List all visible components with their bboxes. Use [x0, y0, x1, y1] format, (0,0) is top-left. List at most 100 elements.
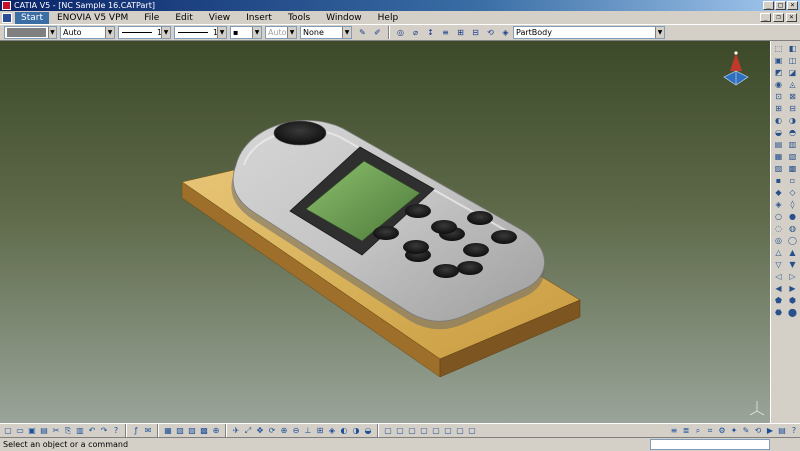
remove-icon[interactable]: ◌ [772, 223, 785, 234]
chevron-down-icon[interactable]: ▼ [217, 27, 226, 38]
iso-view-icon[interactable]: ◈ [326, 425, 338, 437]
thread-analysis-icon[interactable]: ⬢ [786, 295, 799, 306]
keypad-hole[interactable] [405, 204, 431, 218]
chevron-down-icon[interactable]: ▼ [252, 27, 261, 38]
paint-icon[interactable]: ✎ [740, 425, 752, 437]
parameter-icon[interactable]: ▩ [198, 425, 210, 437]
remove-lump-icon[interactable]: ◯ [786, 235, 799, 246]
hole-icon[interactable]: ◉ [772, 79, 785, 90]
shell-icon[interactable]: ◓ [786, 127, 799, 138]
keypad-hole[interactable] [463, 243, 489, 257]
rendering-style-combo[interactable]: Auto ▼ [265, 26, 297, 39]
draft-analysis-icon[interactable]: ▶ [786, 283, 799, 294]
draft-icon[interactable]: ◒ [772, 127, 785, 138]
redo-icon[interactable]: ↷ [98, 425, 110, 437]
named-views-icon[interactable]: ▢ [466, 425, 478, 437]
chevron-down-icon[interactable]: ▼ [342, 27, 351, 38]
thread-icon[interactable]: ▥ [786, 139, 799, 150]
help-icon[interactable]: ? [788, 425, 800, 437]
sketch-icon[interactable]: ◎ [394, 26, 407, 39]
menu-insert[interactable]: Insert [238, 12, 280, 24]
query-icon[interactable]: ⌗ [704, 425, 716, 437]
front-view-icon[interactable]: ▢ [382, 425, 394, 437]
line-icon[interactable]: ▼ [786, 259, 799, 270]
bottom-view-icon[interactable]: ▢ [442, 425, 454, 437]
stiffener-icon[interactable]: ⊠ [786, 91, 799, 102]
transparency-combo[interactable]: Auto ▼ [60, 26, 115, 39]
close-button[interactable]: × [787, 1, 798, 10]
intersect-icon[interactable]: ◍ [786, 223, 799, 234]
keypad-hole[interactable] [431, 220, 457, 234]
line-thickness-combo[interactable]: 1 ▼ [118, 26, 171, 39]
whats-this-icon[interactable]: ? [110, 425, 122, 437]
save-icon[interactable]: ▣ [26, 425, 38, 437]
line-type-combo[interactable]: 1 ▼ [174, 26, 227, 39]
paste-icon[interactable]: ▥ [74, 425, 86, 437]
split-icon[interactable]: ◆ [772, 187, 785, 198]
tree-collapse-icon[interactable]: ≣ [680, 425, 692, 437]
analysis-icon[interactable]: ◀ [772, 283, 785, 294]
measure-between-icon[interactable]: ≡ [439, 26, 452, 39]
keypad-hole[interactable] [433, 264, 459, 278]
remove-loft-icon[interactable]: ⊟ [786, 103, 799, 114]
search-icon[interactable]: ⌕ [692, 425, 704, 437]
table-icon[interactable]: ▨ [186, 425, 198, 437]
sew-surface-icon[interactable]: ◊ [786, 199, 799, 210]
axis-system-icon[interactable]: ▷ [786, 271, 799, 282]
pattern-icon[interactable]: ▪ [772, 175, 785, 186]
fly-mode-icon[interactable]: ✈ [230, 425, 242, 437]
measure-icon[interactable]: ↕ [424, 26, 437, 39]
doc-close-button[interactable]: × [786, 13, 797, 22]
tree-expand-icon[interactable]: ≡ [668, 425, 680, 437]
pad-icon[interactable]: ▣ [772, 55, 785, 66]
cut-icon[interactable]: ✂ [50, 425, 62, 437]
color-combo[interactable]: ▼ [4, 26, 57, 39]
menu-start[interactable]: Start [15, 11, 49, 24]
zoom-in-icon[interactable]: ⊕ [278, 425, 290, 437]
chevron-down-icon[interactable]: ▼ [105, 27, 114, 38]
pan-icon[interactable]: ✥ [254, 425, 266, 437]
chevron-down-icon[interactable]: ▼ [655, 27, 664, 38]
thick-surface-icon[interactable]: ◇ [786, 187, 799, 198]
curvature-analysis-icon[interactable]: ⬟ [772, 295, 785, 306]
maximize-button[interactable]: □ [775, 1, 786, 10]
layer-combo[interactable]: None ▼ [300, 26, 352, 39]
apply-material-icon[interactable]: ⬣ [772, 307, 785, 318]
macro-icon[interactable]: ▶ [764, 425, 776, 437]
loft-icon[interactable]: ⊞ [772, 103, 785, 114]
left-view-icon[interactable]: ▢ [406, 425, 418, 437]
thickness-icon[interactable]: ▤ [772, 139, 785, 150]
publish-icon[interactable]: ⬤ [786, 307, 799, 318]
speaker-hole[interactable] [273, 120, 327, 146]
translate-icon[interactable]: ▦ [772, 151, 785, 162]
rib-icon[interactable]: ◬ [786, 79, 799, 90]
formula-icon[interactable]: ƒ [130, 425, 142, 437]
shading-icon[interactable]: ◐ [338, 425, 350, 437]
back-view-icon[interactable]: ▢ [394, 425, 406, 437]
scaling-icon[interactable]: ▫ [786, 175, 799, 186]
slot-icon[interactable]: ⊡ [772, 91, 785, 102]
change-body-icon[interactable]: ⟲ [484, 26, 497, 39]
hide-show-icon[interactable]: ◑ [350, 425, 362, 437]
menu-window[interactable]: Window [318, 12, 370, 24]
doc-restore-button[interactable]: ❐ [773, 13, 784, 22]
multi-view-icon[interactable]: ⊞ [314, 425, 326, 437]
measure-inertia-icon[interactable]: ⊟ [469, 26, 482, 39]
keypad-hole[interactable] [373, 226, 399, 240]
swap-visible-icon[interactable]: ◒ [362, 425, 374, 437]
menu-file[interactable]: File [136, 12, 167, 24]
symmetry-icon[interactable]: ▨ [772, 163, 785, 174]
undo-icon[interactable]: ↶ [86, 425, 98, 437]
chamfer-icon[interactable]: ◑ [786, 115, 799, 126]
top-view-icon[interactable]: ▢ [430, 425, 442, 437]
isometric-view-icon[interactable]: ▢ [454, 425, 466, 437]
chevron-down-icon[interactable]: ▼ [287, 27, 296, 38]
workbench-icon[interactable]: ◧ [786, 43, 799, 54]
fit-all-icon[interactable]: ⤢ [242, 425, 254, 437]
chevron-down-icon[interactable]: ▼ [161, 27, 170, 38]
zoom-out-icon[interactable]: ⊖ [290, 425, 302, 437]
compass-icon[interactable] [723, 51, 749, 86]
law-icon[interactable]: ⊕ [210, 425, 222, 437]
groove-icon[interactable]: ◪ [786, 67, 799, 78]
copy-icon[interactable]: ⎘ [62, 425, 74, 437]
